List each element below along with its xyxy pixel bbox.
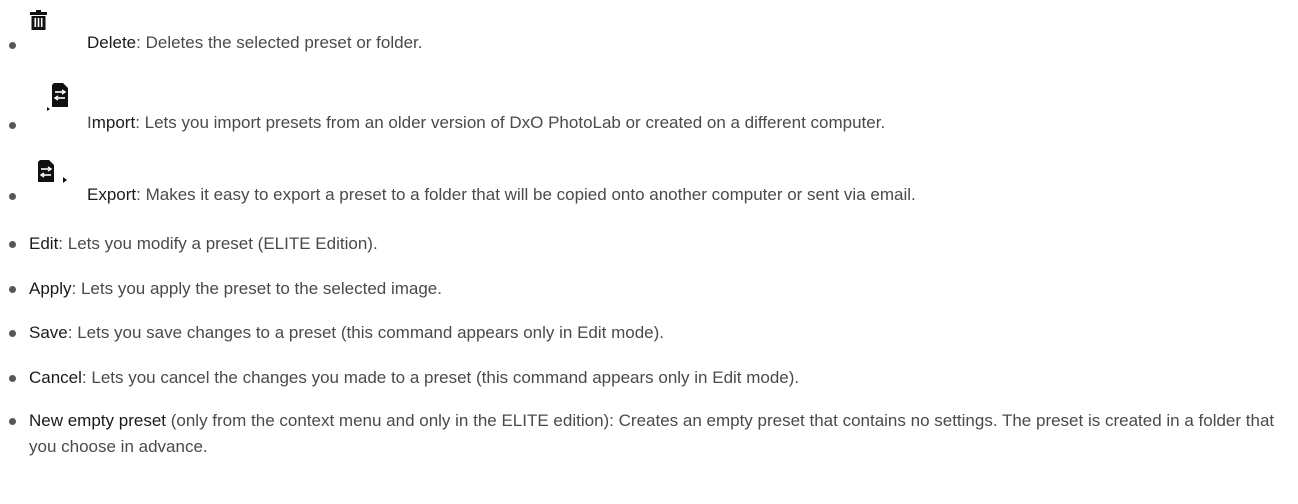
item-text: Cancel: Lets you cancel the changes you … (29, 368, 799, 388)
term-import: mport (91, 113, 136, 132)
desc-delete: : Deletes the selected preset or folder. (136, 33, 423, 52)
item-text: New empty preset (only from the context … (29, 408, 1291, 460)
item-text: Delete: Deletes the selected preset or f… (87, 33, 422, 53)
list-item-apply: Apply: Lets you apply the preset to the … (0, 279, 1298, 309)
item-text: Import: Lets you import presets from an … (87, 113, 885, 133)
desc-import: : Lets you import presets from an older … (135, 113, 886, 132)
bullet (9, 330, 16, 337)
export-icon (30, 160, 70, 190)
list-item-import: Import: Lets you import presets from an … (0, 80, 1298, 140)
item-text: Apply: Lets you apply the preset to the … (29, 279, 442, 299)
term-apply: Apply (29, 279, 72, 298)
list-item-new-empty-preset: New empty preset (only from the context … (0, 408, 1298, 468)
desc-apply: : Lets you apply the preset to the selec… (71, 279, 442, 298)
term-export: Export (87, 185, 137, 204)
bullet (9, 375, 16, 382)
term-delete: Delete (87, 33, 137, 52)
desc-cancel: : Lets you cancel the changes you made t… (81, 368, 800, 387)
desc-edit: : Lets you modify a preset (ELITE Editio… (58, 234, 378, 253)
item-text: Edit: Lets you modify a preset (ELITE Ed… (29, 234, 378, 254)
item-text: Save: Lets you save changes to a preset … (29, 323, 664, 343)
term-save: Save (29, 323, 68, 342)
term-edit: Edit (29, 234, 59, 253)
term-cancel: Cancel (29, 368, 82, 387)
desc-export: : Makes it easy to export a preset to a … (136, 185, 916, 204)
term-new-empty-preset: New empty preset (29, 411, 166, 430)
list-item-save: Save: Lets you save changes to a preset … (0, 323, 1298, 353)
list-item-export: Export: Makes it easy to export a preset… (0, 160, 1298, 220)
trash-icon (30, 10, 47, 30)
desc-save: : Lets you save changes to a preset (thi… (67, 323, 665, 342)
bullet (9, 42, 16, 49)
list-item-cancel: Cancel: Lets you cancel the changes you … (0, 368, 1298, 398)
list-item-edit: Edit: Lets you modify a preset (ELITE Ed… (0, 234, 1298, 264)
bullet (9, 418, 16, 425)
bullet (9, 193, 16, 200)
import-icon (38, 83, 72, 115)
bullet (9, 241, 16, 248)
desc-new-empty-preset: (only from the context menu and only in … (29, 411, 1275, 456)
bullet (9, 122, 16, 129)
item-text: Export: Makes it easy to export a preset… (87, 185, 916, 205)
list-item-delete: Delete: Deletes the selected preset or f… (0, 0, 1298, 60)
bullet (9, 286, 16, 293)
